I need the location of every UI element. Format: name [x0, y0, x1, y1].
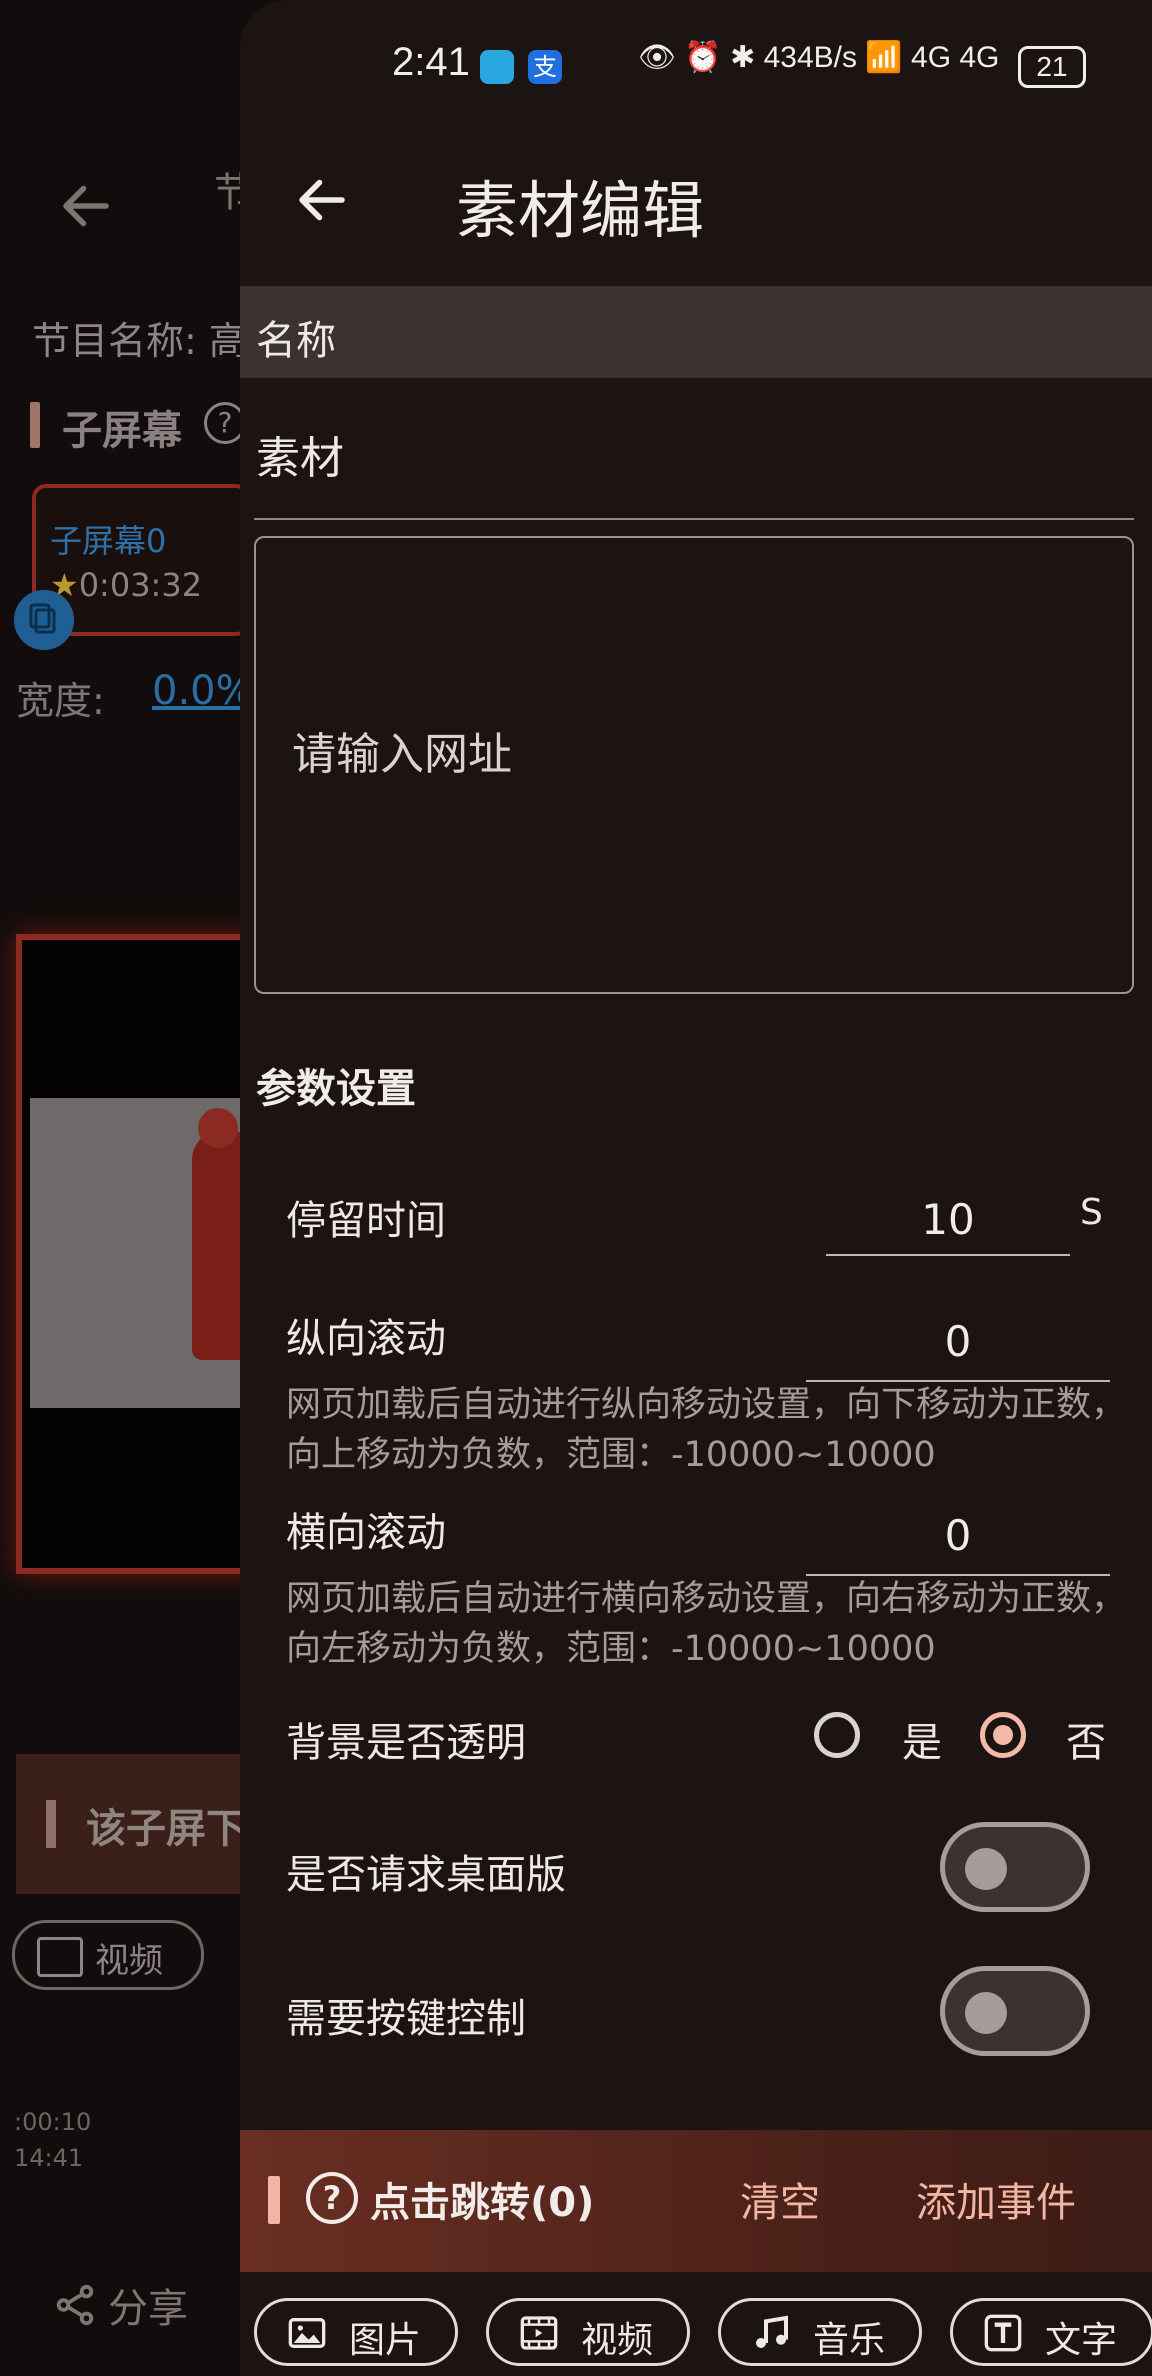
horizontal-scroll-label: 横向滚动 — [286, 1510, 446, 1556]
background-video-chip[interactable]: 视频 — [12, 1920, 204, 1990]
name-header — [240, 286, 1152, 378]
back-arrow-icon[interactable] — [292, 170, 352, 230]
url-input[interactable] — [290, 728, 1094, 781]
params-title: 参数设置 — [256, 1066, 416, 1112]
help-icon[interactable]: ? — [306, 2172, 358, 2224]
share-label[interactable]: 分享 — [108, 2276, 188, 2334]
transparent-yes-label[interactable]: 是 — [902, 1710, 942, 1768]
video-icon — [520, 2316, 558, 2350]
transparent-yes-radio[interactable] — [814, 1712, 860, 1758]
stay-time-label: 停留时间 — [286, 1198, 446, 1244]
sub-screen-card-time: ★0:03:32 — [50, 566, 203, 604]
stay-time-input[interactable] — [826, 1184, 1070, 1256]
click-jump-label: 点击跳转(0) — [370, 2180, 595, 2226]
width-value[interactable]: 0.0% — [152, 668, 254, 714]
sub-screen-accent — [30, 402, 40, 448]
alipay-icon: 支 — [528, 50, 562, 84]
image-chip-label: 图片 — [349, 2320, 422, 2361]
sub-screen-card-name: 子屏幕0 — [50, 522, 167, 560]
add-event-button[interactable]: 添加事件 — [916, 2170, 1076, 2228]
vertical-scroll-label: 纵向滚动 — [286, 1316, 446, 1362]
text-chip[interactable]: 文字 — [950, 2298, 1152, 2366]
music-chip[interactable]: 音乐 — [718, 2298, 922, 2366]
app-notification-icon — [480, 50, 514, 84]
url-input-box[interactable] — [254, 536, 1134, 994]
share-icon[interactable] — [52, 2282, 98, 2328]
timeline-time-start: :00:10 — [14, 2108, 92, 2136]
desktop-version-toggle[interactable] — [940, 1822, 1090, 1912]
section-accent — [46, 1800, 56, 1848]
transparent-bg-label: 背景是否透明 — [286, 1720, 526, 1766]
music-chip-label: 音乐 — [813, 2320, 886, 2361]
status-indicators: 👁 ⏰ ✱ 434B/s 📶 4G 4G — [638, 41, 1000, 74]
width-label: 宽度: — [16, 679, 105, 723]
music-icon — [756, 2315, 788, 2348]
section-title: 该子屏下 — [86, 1806, 246, 1852]
transparent-no-radio[interactable] — [980, 1712, 1026, 1758]
material-edit-drawer: 2:41 支 👁 ⏰ ✱ 434B/s 📶 4G 4G 21 素材编辑 名称 素… — [240, 0, 1152, 2376]
material-label: 素材 — [256, 433, 344, 484]
copy-icon[interactable] — [14, 590, 74, 650]
page-title: 素材编辑 — [456, 174, 705, 247]
event-accent — [268, 2176, 280, 2224]
desktop-version-label: 是否请求桌面版 — [286, 1852, 566, 1898]
video-chip[interactable]: 视频 — [486, 2298, 690, 2366]
screen-preview — [16, 934, 258, 1574]
status-time: 2:41 — [392, 40, 470, 84]
video-icon — [37, 1937, 83, 1977]
text-chip-label: 文字 — [1045, 2320, 1118, 2361]
horizontal-scroll-input[interactable] — [806, 1496, 1110, 1576]
click-jump-bar: ? 点击跳转(0) 清空 添加事件 — [240, 2130, 1152, 2272]
sub-screen-title: 子屏幕 — [62, 408, 182, 454]
preview-figure-head — [198, 1108, 238, 1148]
toggle-knob — [965, 1992, 1007, 2034]
image-chip[interactable]: 图片 — [254, 2298, 458, 2366]
vertical-scroll-hint: 网页加载后自动进行纵向移动设置，向下移动为正数，向上移动为负数，范围：-1000… — [286, 1385, 1127, 1475]
image-icon — [288, 2318, 326, 2348]
sub-screen-section: 该子屏下 — [16, 1754, 256, 1894]
video-chip-label: 视频 — [581, 2320, 654, 2361]
stay-time-unit: S — [1080, 1192, 1103, 1233]
clear-button[interactable]: 清空 — [740, 2170, 820, 2228]
program-name-label: 节目名称: 高 — [32, 319, 247, 363]
background-back-arrow-icon[interactable] — [56, 176, 116, 236]
transparent-no-label[interactable]: 否 — [1066, 1710, 1106, 1768]
background-video-chip-label: 视频 — [95, 1941, 163, 1981]
key-control-toggle[interactable] — [940, 1966, 1090, 2056]
name-label: 名称 — [256, 318, 336, 364]
toggle-knob — [965, 1848, 1007, 1890]
key-control-label: 需要按键控制 — [286, 1996, 526, 2042]
text-icon — [984, 2314, 1022, 2352]
material-divider — [254, 518, 1134, 520]
horizontal-scroll-hint: 网页加载后自动进行横向移动设置，向右移动为正数，向左移动为负数，范围：-1000… — [286, 1579, 1127, 1669]
battery-icon: 21 — [1018, 46, 1086, 88]
timeline-time-end: 14:41 — [14, 2144, 84, 2172]
vertical-scroll-input[interactable] — [806, 1302, 1110, 1382]
